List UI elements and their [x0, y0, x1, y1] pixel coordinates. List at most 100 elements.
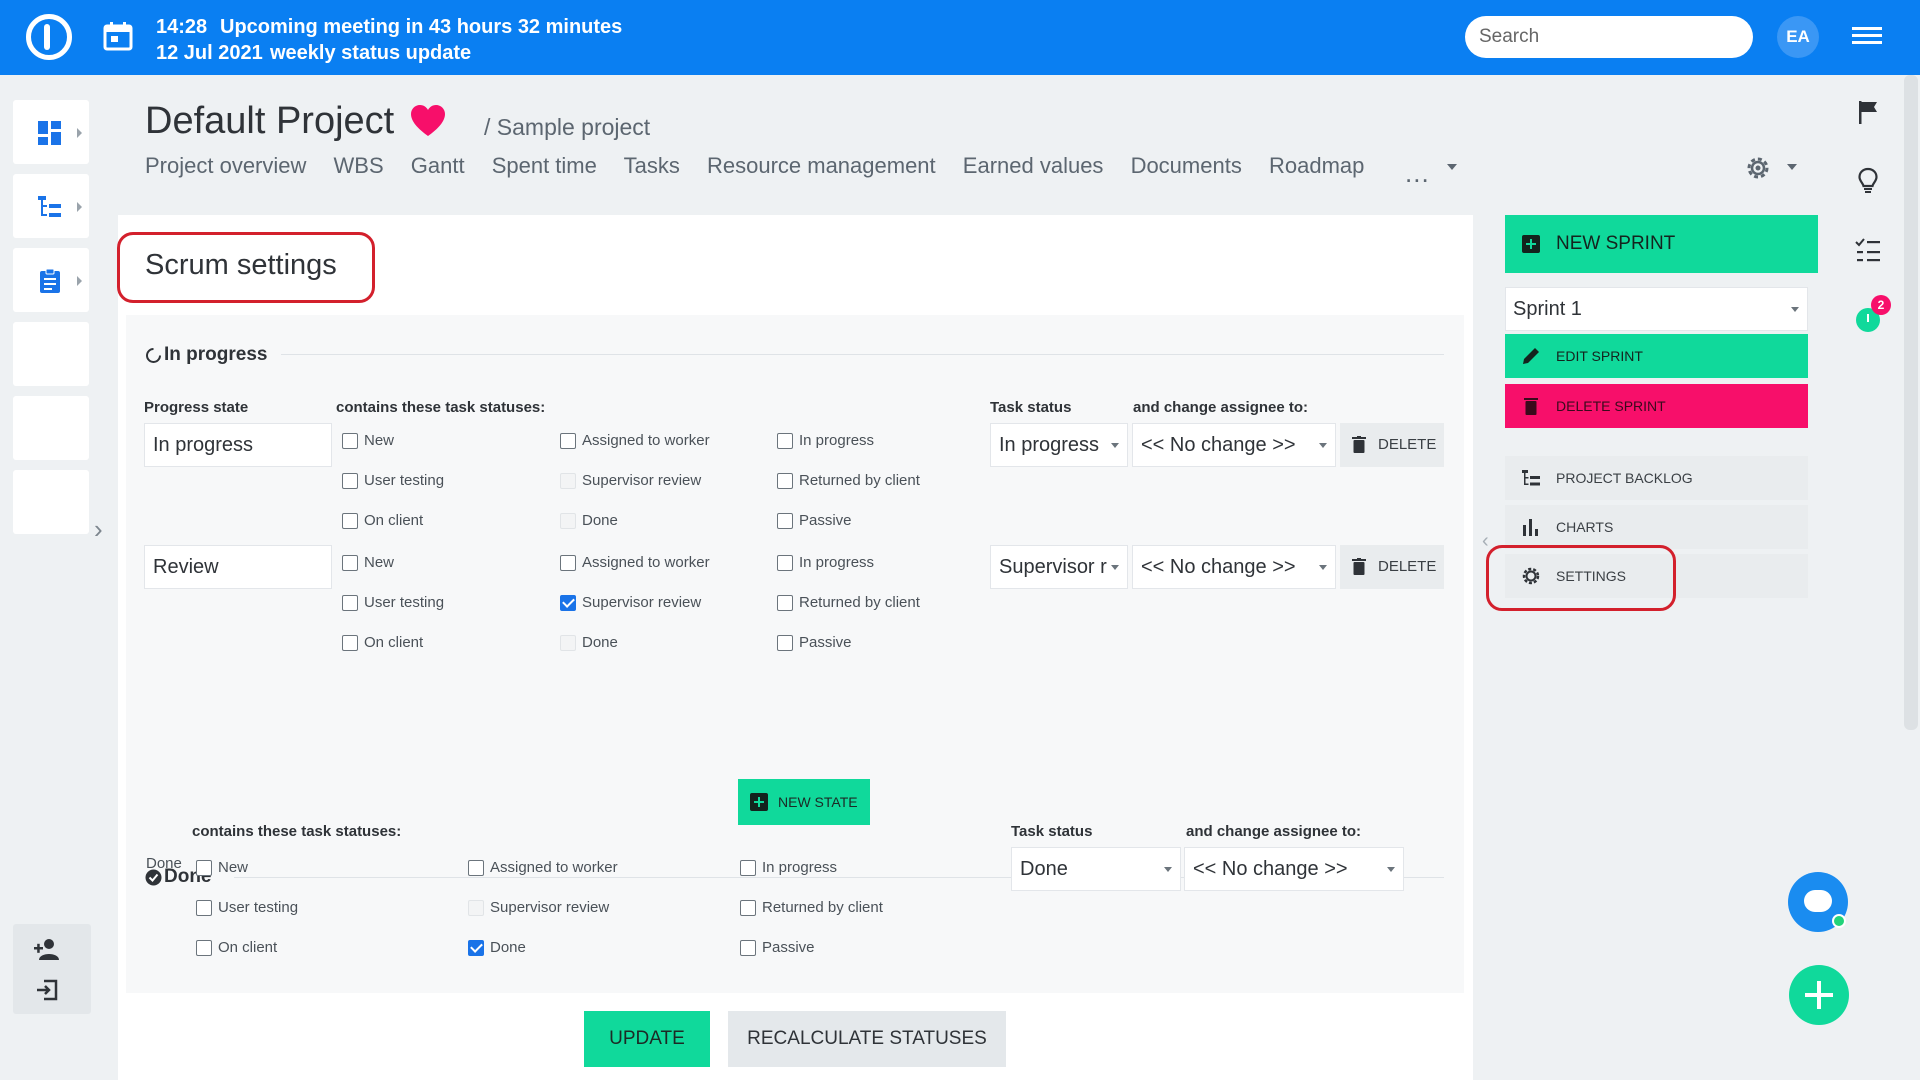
flag-icon[interactable]	[1854, 98, 1882, 126]
sprint-select[interactable]: Sprint 1	[1505, 287, 1808, 331]
sidebar-dashboard[interactable]	[13, 100, 89, 164]
favorite-heart-icon[interactable]	[410, 104, 446, 138]
search-input[interactable]	[1465, 16, 1753, 58]
subproject-breadcrumb[interactable]: / Sample project	[484, 114, 650, 141]
status-checkbox-new[interactable]: New	[342, 553, 394, 573]
nav-project-overview[interactable]: Project overview	[145, 153, 306, 178]
new-sprint-button[interactable]: NEW SPRINT	[1505, 215, 1818, 273]
highlight-annotation	[117, 232, 375, 303]
nav-earned-values[interactable]: Earned values	[963, 153, 1104, 178]
new-state-button[interactable]: NEW STATE	[738, 779, 870, 825]
delete-state-button[interactable]: DELETE	[1340, 423, 1444, 467]
nav-gantt[interactable]: Gantt	[411, 153, 465, 178]
chat-bubble-icon	[1804, 890, 1832, 912]
edit-sprint-button[interactable]: EDIT SPRINT	[1505, 334, 1808, 378]
sidebar-empty-slot[interactable]	[13, 322, 89, 386]
status-checkbox-returned-by-client[interactable]: Returned by client	[777, 471, 920, 491]
done-checkbox-done[interactable]: Done	[468, 938, 526, 958]
nav-documents[interactable]: Documents	[1131, 153, 1242, 178]
status-checkbox-new[interactable]: New	[342, 431, 394, 451]
chevron-right-icon	[77, 202, 82, 212]
calendar-icon[interactable]	[102, 20, 134, 52]
nav-more-button[interactable]: ...	[1405, 158, 1430, 189]
sidebar-wbs[interactable]	[13, 174, 89, 238]
trash-icon	[1352, 436, 1366, 453]
nav-spent-time[interactable]: Spent time	[492, 153, 597, 178]
delete-state-button[interactable]: DELETE	[1340, 545, 1444, 589]
project-backlog-button[interactable]: PROJECT BACKLOG	[1505, 456, 1808, 500]
status-checkbox-returned-by-client[interactable]: Returned by client	[777, 593, 920, 613]
task-status-select[interactable]: Supervisor r	[990, 545, 1128, 589]
done-assignee-select[interactable]: << No change >>	[1184, 847, 1404, 891]
charts-button[interactable]: CHARTS	[1505, 505, 1808, 549]
status-checkbox-in-progress[interactable]: In progress	[777, 553, 874, 573]
done-contains-statuses-label: contains these task statuses:	[192, 823, 402, 840]
sidebar-bottom-actions	[13, 924, 91, 1014]
assignee-select[interactable]: << No change >>	[1132, 545, 1336, 589]
hierarchy-icon	[1522, 470, 1540, 486]
done-checkbox-assigned-to-worker[interactable]: Assigned to worker	[468, 858, 618, 878]
delete-sprint-button[interactable]: DELETE SPRINT	[1505, 384, 1808, 428]
progress-state-input[interactable]: Review	[144, 545, 332, 589]
status-checkbox-user-testing[interactable]: User testing	[342, 471, 444, 491]
logout-icon[interactable]	[35, 978, 59, 1002]
done-checkbox-passive[interactable]: Passive	[740, 938, 815, 958]
gear-icon[interactable]	[1744, 154, 1772, 182]
sidebar-expand-icon[interactable]: ›	[94, 514, 103, 545]
dashboard-icon	[38, 121, 61, 145]
recalculate-statuses-button[interactable]: RECALCULATE STATUSES	[728, 1011, 1006, 1067]
hamburger-menu-icon[interactable]	[1852, 27, 1882, 49]
done-task-status-select[interactable]: Done	[1011, 847, 1181, 891]
sidebar-empty-slot[interactable]	[13, 470, 89, 534]
chevron-down-icon[interactable]	[1787, 164, 1797, 170]
trash-icon	[1352, 558, 1366, 575]
done-row-label: Done	[146, 855, 182, 872]
assignee-select[interactable]: << No change >>	[1132, 423, 1336, 467]
page-scrollbar[interactable]	[1904, 75, 1918, 730]
lightbulb-icon[interactable]	[1854, 166, 1882, 194]
done-checkbox-returned-by-client[interactable]: Returned by client	[740, 898, 883, 918]
done-checkbox-on-client[interactable]: On client	[196, 938, 277, 958]
pencil-icon	[1523, 348, 1539, 364]
done-checkbox-user-testing[interactable]: User testing	[196, 898, 298, 918]
status-checkbox-done: Done	[560, 511, 618, 531]
user-avatar[interactable]: EA	[1777, 16, 1819, 58]
status-checkbox-user-testing[interactable]: User testing	[342, 593, 444, 613]
chevron-down-icon[interactable]	[1447, 164, 1457, 170]
update-button[interactable]: UPDATE	[584, 1011, 710, 1067]
nav-wbs[interactable]: WBS	[334, 153, 384, 178]
bar-chart-icon	[1523, 519, 1538, 536]
panel-collapse-icon[interactable]: ‹	[1482, 530, 1489, 553]
status-checkbox-on-client[interactable]: On client	[342, 633, 423, 653]
clipboard-icon	[40, 268, 60, 293]
chat-button[interactable]	[1788, 872, 1848, 932]
nav-roadmap[interactable]: Roadmap	[1269, 153, 1364, 178]
progress-state-input[interactable]: In progress	[144, 423, 332, 467]
highlight-annotation	[1486, 545, 1676, 611]
upcoming-meeting[interactable]: 14:28 Upcoming meeting in 43 hours 32 min…	[156, 14, 622, 66]
task-status-select[interactable]: In progress	[990, 423, 1128, 467]
done-checkbox-in-progress[interactable]: In progress	[740, 858, 837, 878]
done-checkbox-new[interactable]: New	[196, 858, 248, 878]
status-checkbox-assigned-to-worker[interactable]: Assigned to worker	[560, 431, 710, 451]
meeting-countdown: Upcoming meeting in 43 hours 32 minutes	[220, 16, 623, 38]
status-checkbox-assigned-to-worker[interactable]: Assigned to worker	[560, 553, 710, 573]
status-checkbox-supervisor-review[interactable]: Supervisor review	[560, 593, 701, 613]
settings-form: In progress Progress state contains thes…	[126, 315, 1464, 993]
status-checkbox-supervisor-review: Supervisor review	[560, 471, 701, 491]
add-fab-button[interactable]	[1789, 965, 1849, 1025]
status-checkbox-in-progress[interactable]: In progress	[777, 431, 874, 451]
checklist-icon[interactable]	[1854, 236, 1882, 264]
nav-resource-management[interactable]: Resource management	[707, 153, 936, 178]
status-checkbox-passive[interactable]: Passive	[777, 511, 852, 531]
add-user-icon[interactable]	[33, 936, 61, 962]
nav-tasks[interactable]: Tasks	[624, 153, 680, 178]
task-status-label: Task status	[990, 399, 1072, 416]
status-checkbox-on-client[interactable]: On client	[342, 511, 423, 531]
sidebar-empty-slot[interactable]	[13, 396, 89, 460]
app-logo-icon[interactable]	[26, 14, 72, 60]
current-date: 12 Jul 2021	[156, 42, 263, 64]
status-checkbox-passive[interactable]: Passive	[777, 633, 852, 653]
done-task-status-label: Task status	[1011, 823, 1093, 840]
sidebar-tasks[interactable]	[13, 248, 89, 312]
